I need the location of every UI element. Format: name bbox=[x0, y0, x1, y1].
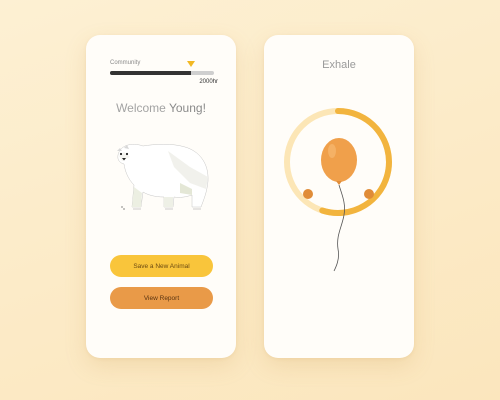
left-handle-icon[interactable] bbox=[303, 189, 313, 199]
exhale-screen: Exhale bbox=[264, 35, 414, 358]
community-progress-bar bbox=[110, 71, 214, 75]
progress-marker-icon bbox=[187, 61, 196, 67]
home-screen: Community 2000hr Welcome Young! Save a N… bbox=[86, 35, 236, 358]
save-new-animal-button[interactable]: Save a New Animal bbox=[110, 255, 213, 277]
welcome-heading: Welcome Young! bbox=[86, 101, 236, 115]
balloon-highlight bbox=[328, 144, 336, 158]
balloon-icon bbox=[321, 138, 357, 182]
welcome-name: Young! bbox=[168, 101, 206, 115]
right-handle-icon[interactable] bbox=[364, 189, 374, 199]
hours-label: 2000hr bbox=[199, 79, 218, 85]
balloon-knot bbox=[336, 181, 342, 185]
welcome-prefix: Welcome bbox=[116, 101, 166, 115]
breath-visual bbox=[284, 108, 392, 272]
view-report-button[interactable]: View Report bbox=[110, 287, 213, 309]
balloon-string bbox=[333, 184, 345, 272]
polar-bear-illustration bbox=[117, 144, 209, 210]
community-progress-fill bbox=[110, 71, 192, 75]
community-label: Community bbox=[110, 60, 141, 66]
